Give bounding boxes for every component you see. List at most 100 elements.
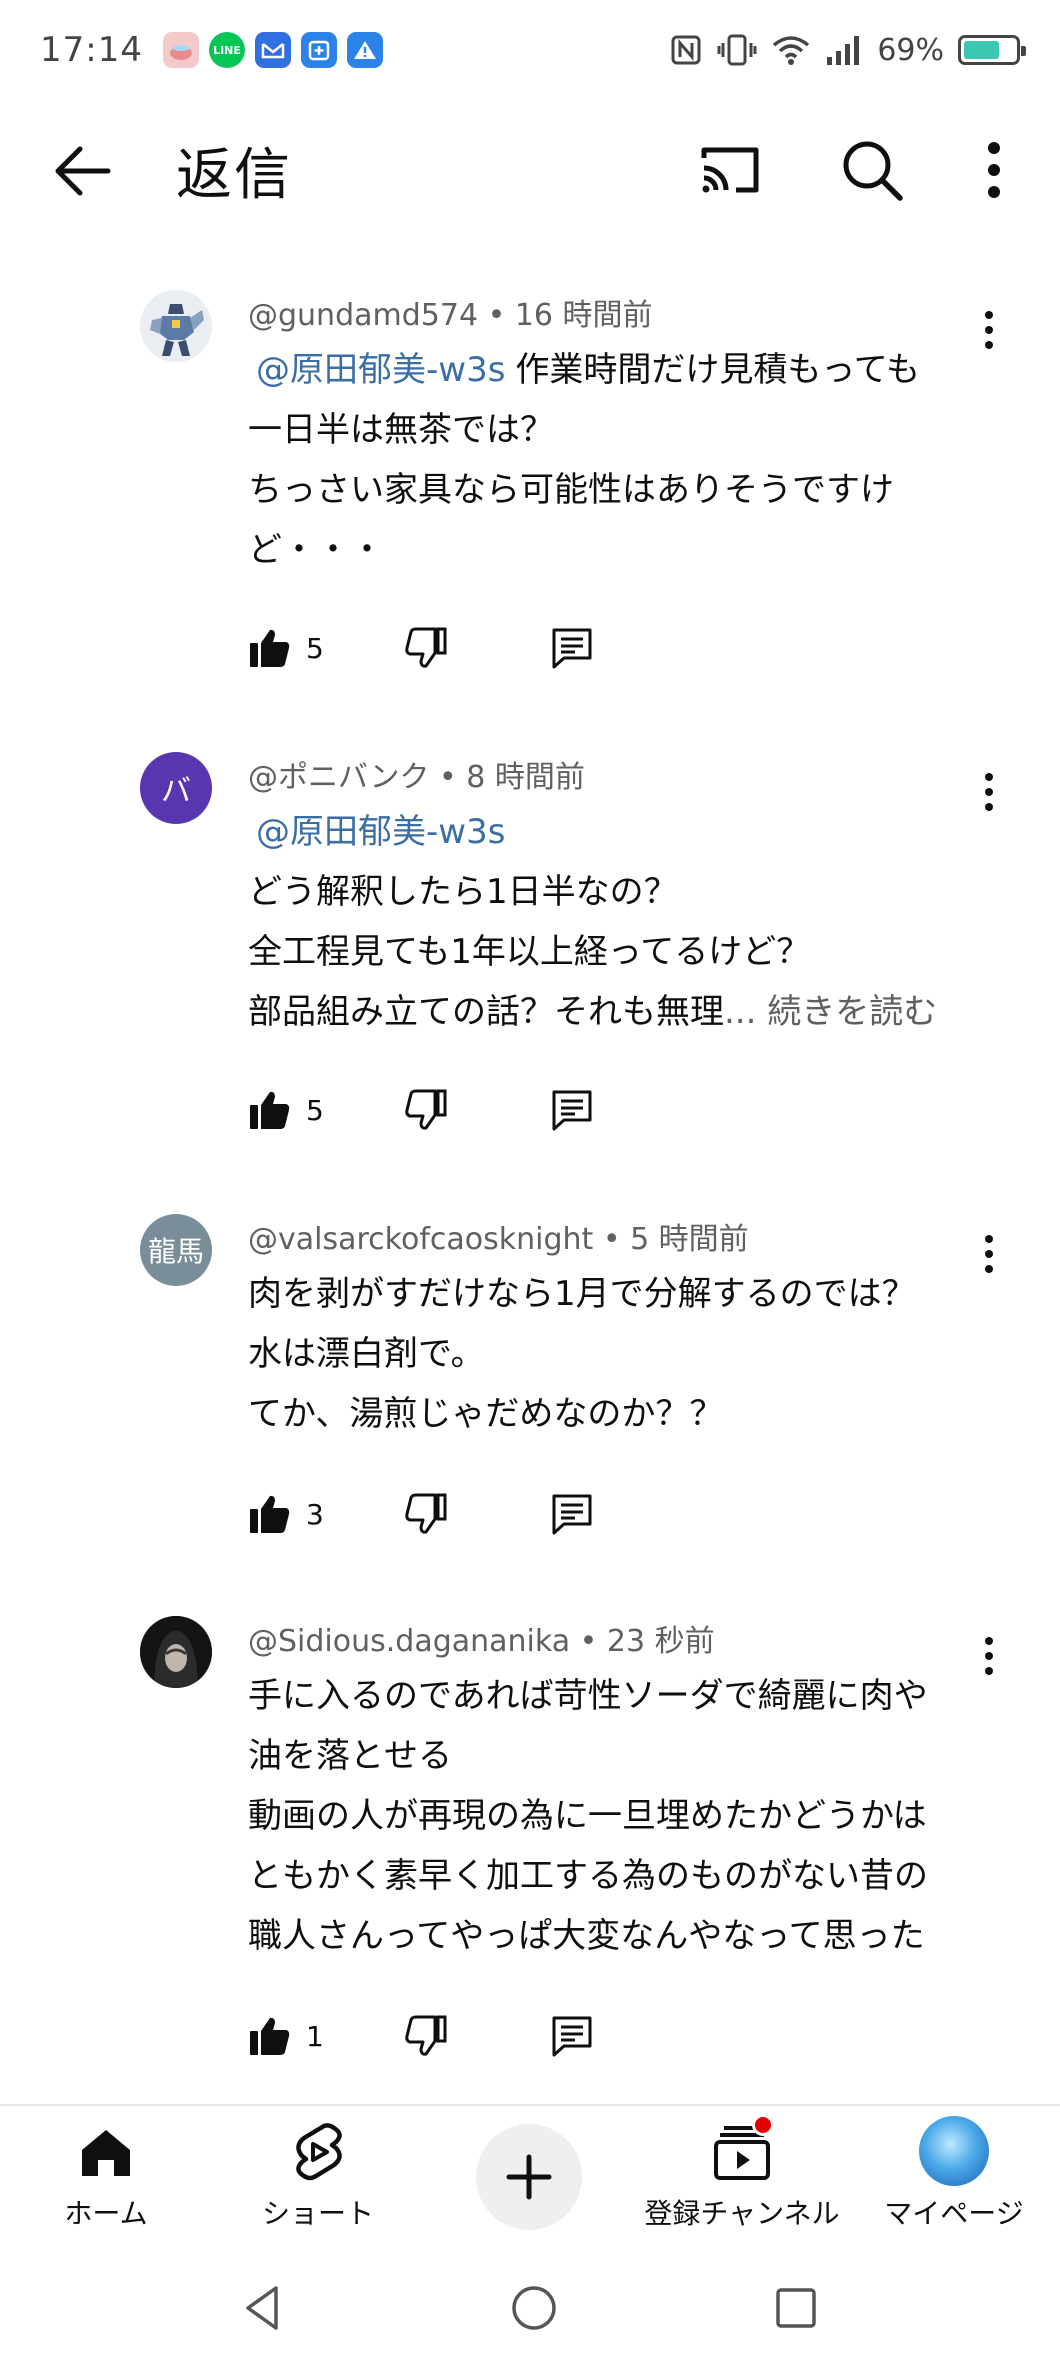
comment-actions: 1 [248,2006,648,2066]
like-count: 5 [306,631,324,665]
comment-line: 肉を剥がすだけなら1月で分解するのでは？ [248,1274,916,1314]
mail-icon [254,32,291,68]
nav-subscriptions[interactable]: 登録チャンネル [636,2106,848,2256]
comment-meta: @gundamd574 • 16 時間前 [248,290,653,334]
status-time: 17:14 [40,30,143,70]
nav-you[interactable]: マイページ [848,2106,1060,2256]
thumbs-up-filled-icon [250,1091,290,1129]
comment-line: どう解釈したら1日半なの？ [248,872,678,912]
more-options-icon[interactable] [966,134,1022,206]
nav-home[interactable]: ホーム [0,2106,212,2256]
thumbs-up-filled-icon [250,629,290,667]
vibrate-icon [717,34,757,66]
back-arrow-icon[interactable] [48,136,118,206]
comment-line: 油を落とせる [248,1736,452,1776]
avatar-initial: 龍馬 [147,1235,204,1268]
meta-separator: • [579,1624,607,1659]
comment-line: 動画の人が再現の為に一旦埋めたかどうかは [248,1796,927,1836]
system-recents-icon[interactable] [768,2280,824,2336]
app-bar: 返信 [0,100,1060,240]
home-filled-icon [82,2130,130,2176]
like-button[interactable]: 3 [248,1492,396,1536]
mention-link[interactable]: @原田郁美-w3s [256,812,505,852]
comment-body: 肉を剥がすだけなら1月で分解するのでは？ 水は漂白剤で。 てか、湯煎じゃだめなの… [248,1264,968,1444]
thumbs-up-filled-icon [250,2017,290,2055]
reply-icon[interactable] [550,1492,594,1536]
warning-icon [346,32,383,68]
thumbs-up-filled-icon [250,1495,290,1533]
calendar-plus-icon [300,32,337,68]
comment-line: てか、湯煎じゃだめなのか？？ [248,1394,724,1434]
avatar[interactable]: バ [140,752,212,824]
thumbs-down-icon[interactable] [404,2014,448,2058]
reply-icon[interactable] [550,2014,594,2058]
create-button[interactable] [476,2124,582,2230]
comment-menu-icon[interactable] [962,1626,1016,1686]
comment-time: 8 時間前 [466,760,585,795]
mention-link[interactable]: @原田郁美-w3s [256,350,505,390]
meta-separator: • [487,298,515,333]
comment-line: 水は漂白剤で。 [248,1334,485,1374]
meta-separator: • [602,1222,631,1257]
battery-percent: 69% [877,32,944,68]
like-button[interactable]: 5 [248,626,396,670]
comment-actions: 3 [248,1484,648,1544]
comment-time: 16 時間前 [514,298,653,333]
like-count: 1 [306,2019,324,2053]
comment-author[interactable]: @ポニバンク [248,760,430,795]
notification-icons: LINE [162,32,383,68]
nav-shorts[interactable]: ショート [212,2106,424,2256]
comment-line: ど・・・ [248,530,384,570]
thumbs-down-icon[interactable] [404,1492,448,1536]
reply-list: @gundamd574 • 16 時間前 @原田郁美-w3s 作業時間だけ見積もっ… [0,270,1060,2116]
comment-actions: 5 [248,1080,648,1140]
hooded-figure-avatar-icon [140,1616,212,1688]
wifi-icon [773,36,810,65]
avatar[interactable] [140,1616,212,1688]
nav-you-label: マイページ [884,2197,1024,2230]
avatar-initial: バ [161,774,191,809]
comment-item: 龍馬 @valsarckofcaosknight • 5 時間前 肉を剥がすだけ… [0,1194,1060,1596]
tea-cup-icon [162,32,199,68]
comment-author[interactable]: @gundamd574 [248,298,478,333]
comment-menu-icon[interactable] [962,300,1016,360]
thumbs-down-icon[interactable] [404,1088,448,1132]
like-count: 3 [306,1497,324,1531]
battery-icon [958,35,1026,65]
comment-line: @原田郁美-w3s [248,802,968,862]
nav-subscriptions-label: 登録チャンネル [644,2197,840,2230]
comment-item: @Sidious.dagananika • 23 秒前 手に入るのであれば苛性ソ… [0,1596,1060,2116]
comment-item: バ @ポニバンク • 8 時間前 @原田郁美-w3s どう解釈したら1日半なの？… [0,732,1060,1194]
meta-separator: • [439,760,467,795]
robot-avatar-icon [140,290,212,362]
status-right: 69% [669,32,1026,68]
nav-shorts-label: ショート [261,2197,374,2230]
comment-actions: 5 [248,618,648,678]
comment-author[interactable]: @Sidious.dagananika [248,1624,570,1659]
comment-item: @gundamd574 • 16 時間前 @原田郁美-w3s 作業時間だけ見積もっ… [0,270,1060,732]
like-button[interactable]: 1 [248,2014,396,2058]
avatar[interactable] [140,290,212,362]
line-icon: LINE [208,32,245,68]
thumbs-down-icon[interactable] [404,626,448,670]
nfc-icon [671,35,701,65]
avatar[interactable]: 龍馬 [140,1214,212,1286]
bottom-navigation: ホーム ショート 登録チャンネル マイページ [0,2104,1060,2254]
reply-icon[interactable] [550,626,594,670]
comment-author[interactable]: @valsarckofcaosknight [248,1222,593,1257]
reply-icon[interactable] [550,1088,594,1132]
comment-menu-icon[interactable] [962,762,1016,822]
comment-line: 職人さんってやっぱ大変なんやなって思った [248,1916,925,1956]
comment-body: @原田郁美-w3s 作業時間だけ見積もっても 一日半は無茶では？ ちっさい家具なら… [248,340,968,580]
comment-menu-icon[interactable] [962,1224,1016,1284]
like-button[interactable]: 5 [248,1088,396,1132]
cast-icon[interactable] [694,134,766,206]
battery-level [964,41,999,59]
plus-icon [506,2154,552,2200]
comment-line: 手に入るのであれば苛性ソーダで綺麗に肉や [248,1676,928,1716]
search-icon[interactable] [836,134,908,206]
system-back-icon[interactable] [236,2280,292,2336]
system-home-icon[interactable] [506,2280,562,2336]
my-avatar [919,2116,989,2186]
read-more-link[interactable]: ... 続きを読む [724,992,937,1032]
